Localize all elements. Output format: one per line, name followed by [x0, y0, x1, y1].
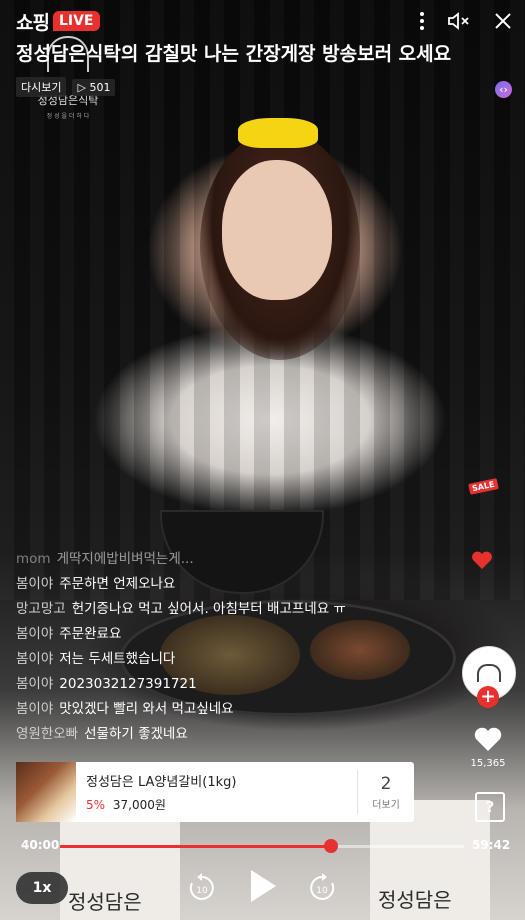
current-time: 40:00 [21, 838, 60, 852]
top-bar: 쇼핑 LIVE [16, 8, 513, 34]
chat-username: mom [16, 551, 51, 567]
chat-text: 맛있겠다 빨리 와서 먹고싶네요 [59, 701, 234, 717]
floating-heart-icon [471, 550, 493, 574]
mute-icon[interactable] [447, 11, 471, 31]
rewind-seconds: 10 [196, 886, 208, 896]
more-products-button[interactable]: 2 더보기 [357, 770, 414, 814]
more-products-count: 2 [380, 773, 392, 794]
product-card[interactable]: 정성담은 LA양념갈비(1kg) 5% 37,000원 2 더보기 [16, 762, 414, 822]
top-icons [419, 11, 513, 31]
box-right-text: 정성담은 [378, 888, 452, 912]
close-icon[interactable] [493, 11, 513, 31]
chat-message: 봄이야 2023032127391721 [16, 676, 446, 692]
live-badge: LIVE [52, 11, 100, 31]
more-products-label: 더보기 [372, 799, 400, 811]
chat-username: 영원한오빠 [16, 726, 79, 742]
expand-arrows-icon[interactable]: ‹› [495, 81, 512, 98]
chat-message: 봄이야 저는 두세트했습니다 [16, 651, 446, 667]
replay-badge: 다시보기 [16, 77, 67, 97]
progress-fill [60, 845, 331, 848]
chat-username: 봄이야 [16, 676, 54, 692]
chat-message: 봄이야 맛있겠다 빨리 와서 먹고싶네요 [16, 701, 446, 717]
progress-knob[interactable] [323, 839, 338, 853]
chat-message: 봄이야 주문완료요 [16, 626, 446, 642]
product-price-row: 5% 37,000원 [86, 796, 347, 813]
chat-message: mom 게딱지에밥비벼먹는게... [16, 551, 446, 567]
forward-button[interactable]: 10 [308, 872, 336, 906]
view-count: 501 [89, 80, 111, 94]
chat-message: 봄이야 주문하면 언제오나요 [16, 576, 446, 592]
rewind-10-icon: 10 [189, 873, 214, 900]
play-count-icon: ▷ [77, 80, 86, 94]
chat-username: 봄이야 [16, 701, 54, 717]
heart-icon [474, 727, 502, 751]
brand-label[interactable]: 쇼핑 [16, 8, 50, 35]
watermark-sub: 정 성 을 더 하 다 [46, 113, 90, 120]
chat-text: 헌기증나요 먹고 싶어서. 아침부터 배고프네요 ㅠ [71, 601, 346, 617]
rewind-button[interactable]: 10 [188, 872, 216, 906]
presenter-face [222, 160, 332, 300]
chat-text: 2023032127391721 [59, 676, 197, 692]
chat-list: mom 게딱지에밥비벼먹는게... 봄이야 주문하면 언제오나요 망고망고 헌기증나요 먹… [16, 551, 446, 751]
hair-bow [238, 118, 318, 148]
duration: 59:42 [472, 838, 511, 852]
box-left-text: 정성담은 [68, 890, 142, 914]
speed-button[interactable]: 1x [16, 872, 68, 904]
broadcast-meta: 다시보기 ▷ 501 [16, 77, 116, 97]
chat-username: 봄이야 [16, 576, 54, 592]
forward-seconds: 10 [316, 886, 328, 896]
store-logo-icon [477, 664, 501, 682]
forward-10-icon: 10 [310, 873, 335, 900]
product-info: 정성담은 LA양념갈비(1kg) 5% 37,000원 [76, 771, 357, 813]
broadcast-title: 정성담은식탁의 감칠맛 나는 간장게장 방송보러 오세요 [16, 43, 452, 65]
like-count: 15,365 [470, 758, 506, 769]
product-discount: 5% [86, 798, 106, 812]
chat-message: 영원한오빠 선물하기 좋겠네요 [16, 726, 446, 742]
chat-username: 봄이야 [16, 626, 54, 642]
play-icon [251, 870, 276, 902]
help-button[interactable]: ? [475, 792, 505, 822]
chat-username: 봄이야 [16, 651, 54, 667]
like-button[interactable]: 15,365 [468, 726, 508, 769]
chat-text: 주문하면 언제오나요 [59, 576, 176, 592]
progress-bar[interactable] [60, 839, 464, 853]
chat-text: 게딱지에밥비벼먹는게... [56, 551, 194, 567]
chat-text: 저는 두세트했습니다 [59, 651, 176, 667]
chat-text: 선물하기 좋겠네요 [84, 726, 188, 742]
view-count-badge: ▷ 501 [72, 78, 116, 96]
product-thumbnail [16, 762, 76, 822]
play-button[interactable] [248, 868, 278, 908]
more-menu-icon[interactable] [419, 11, 425, 31]
follow-plus-button[interactable]: + [477, 686, 499, 708]
chat-username: 망고망고 [16, 601, 66, 617]
chat-text: 주문완료요 [59, 626, 122, 642]
product-name: 정성담은 LA양념갈비(1kg) [86, 775, 237, 790]
chat-message: 망고망고 헌기증나요 먹고 싶어서. 아침부터 배고프네요 ㅠ [16, 601, 446, 617]
product-price: 37,000원 [112, 798, 166, 812]
